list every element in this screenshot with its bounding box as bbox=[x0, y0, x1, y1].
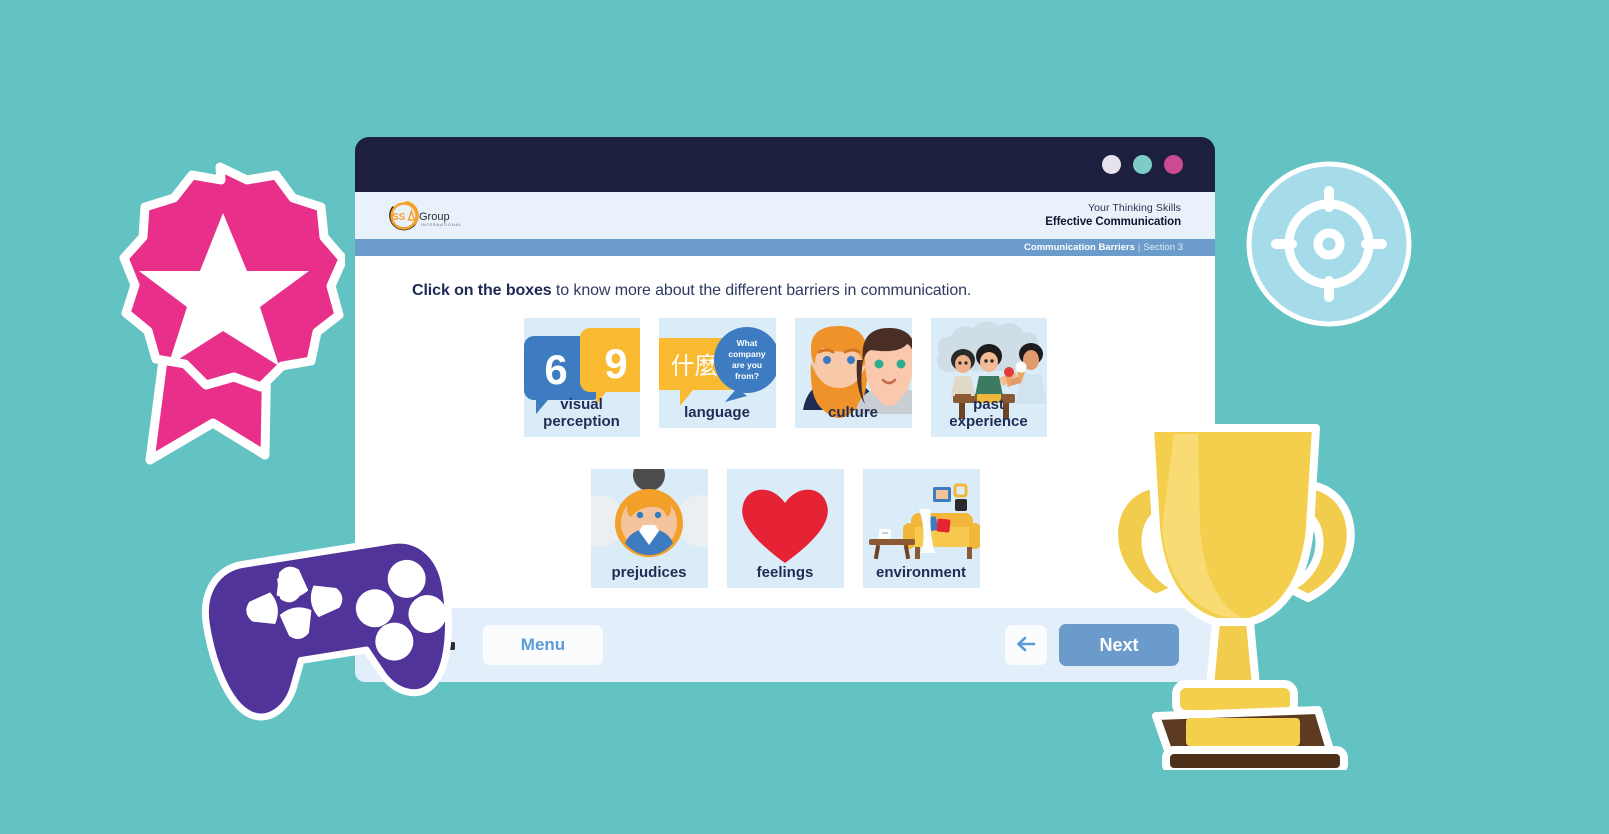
course-titles: Your Thinking Skills Effective Communica… bbox=[1045, 202, 1181, 230]
card-label: visual perception bbox=[543, 396, 620, 431]
card-environment[interactable]: environment bbox=[862, 469, 980, 588]
breadcrumb-section: Communication Barriers bbox=[1024, 242, 1135, 253]
card-culture[interactable]: culture bbox=[794, 318, 912, 428]
card-label: culture bbox=[827, 404, 878, 422]
svg-text:from?: from? bbox=[734, 371, 758, 381]
card-past-experience[interactable]: past experience bbox=[930, 318, 1047, 437]
arrow-left-icon bbox=[1016, 636, 1036, 655]
card-language[interactable]: 什麼? What company are you from? language bbox=[658, 318, 776, 428]
svg-text:are you: are you bbox=[731, 360, 761, 370]
course-title: Effective Communication bbox=[1045, 215, 1181, 228]
card-label: language bbox=[684, 404, 750, 422]
target-crosshair-decoration bbox=[1243, 158, 1415, 330]
card-label: feelings bbox=[756, 564, 814, 582]
card-prejudices[interactable]: prejudices bbox=[590, 469, 708, 588]
svg-text:What: What bbox=[736, 338, 757, 348]
ssa-group-logo: SS Group INTERNATIONAL bbox=[385, 200, 473, 231]
svg-text:9: 9 bbox=[604, 340, 627, 387]
course-header: SS Group INTERNATIONAL Your Thinking Ski… bbox=[355, 192, 1215, 239]
instruction-bold: Click on the boxes bbox=[412, 282, 552, 299]
svg-text:6: 6 bbox=[544, 346, 567, 393]
instruction-rest: to know more about the different barrier… bbox=[551, 282, 972, 299]
svg-text:Group: Group bbox=[419, 211, 450, 223]
breadcrumb-separator: | bbox=[1137, 242, 1141, 253]
card-visual-perception[interactable]: 6 9 visual perception bbox=[523, 318, 640, 437]
card-label: prejudices bbox=[611, 564, 687, 582]
trophy-decoration bbox=[1078, 398, 1378, 770]
window-titlebar bbox=[355, 137, 1215, 192]
course-program-label: Your Thinking Skills bbox=[1087, 201, 1181, 214]
window-dot-3[interactable] bbox=[1164, 155, 1183, 174]
svg-text:SS: SS bbox=[392, 212, 406, 223]
award-rosette-decoration bbox=[95, 155, 345, 465]
window-dot-2[interactable] bbox=[1133, 155, 1152, 174]
instruction-text: Click on the boxes to know more about th… bbox=[355, 282, 1215, 300]
game-controller-decoration bbox=[193, 520, 461, 745]
back-button[interactable] bbox=[1005, 625, 1047, 665]
window-dot-1[interactable] bbox=[1102, 155, 1121, 174]
breadcrumb: Communication Barriers | Section 3 bbox=[355, 239, 1215, 256]
card-feelings[interactable]: feelings bbox=[726, 469, 844, 588]
svg-text:INTERNATIONAL: INTERNATIONAL bbox=[421, 222, 462, 227]
menu-button[interactable]: Menu bbox=[483, 625, 603, 665]
card-label: environment bbox=[875, 564, 966, 582]
breadcrumb-subsection: Section 3 bbox=[1143, 242, 1183, 253]
card-label: past experience bbox=[949, 396, 1028, 431]
svg-text:company: company bbox=[728, 349, 766, 359]
